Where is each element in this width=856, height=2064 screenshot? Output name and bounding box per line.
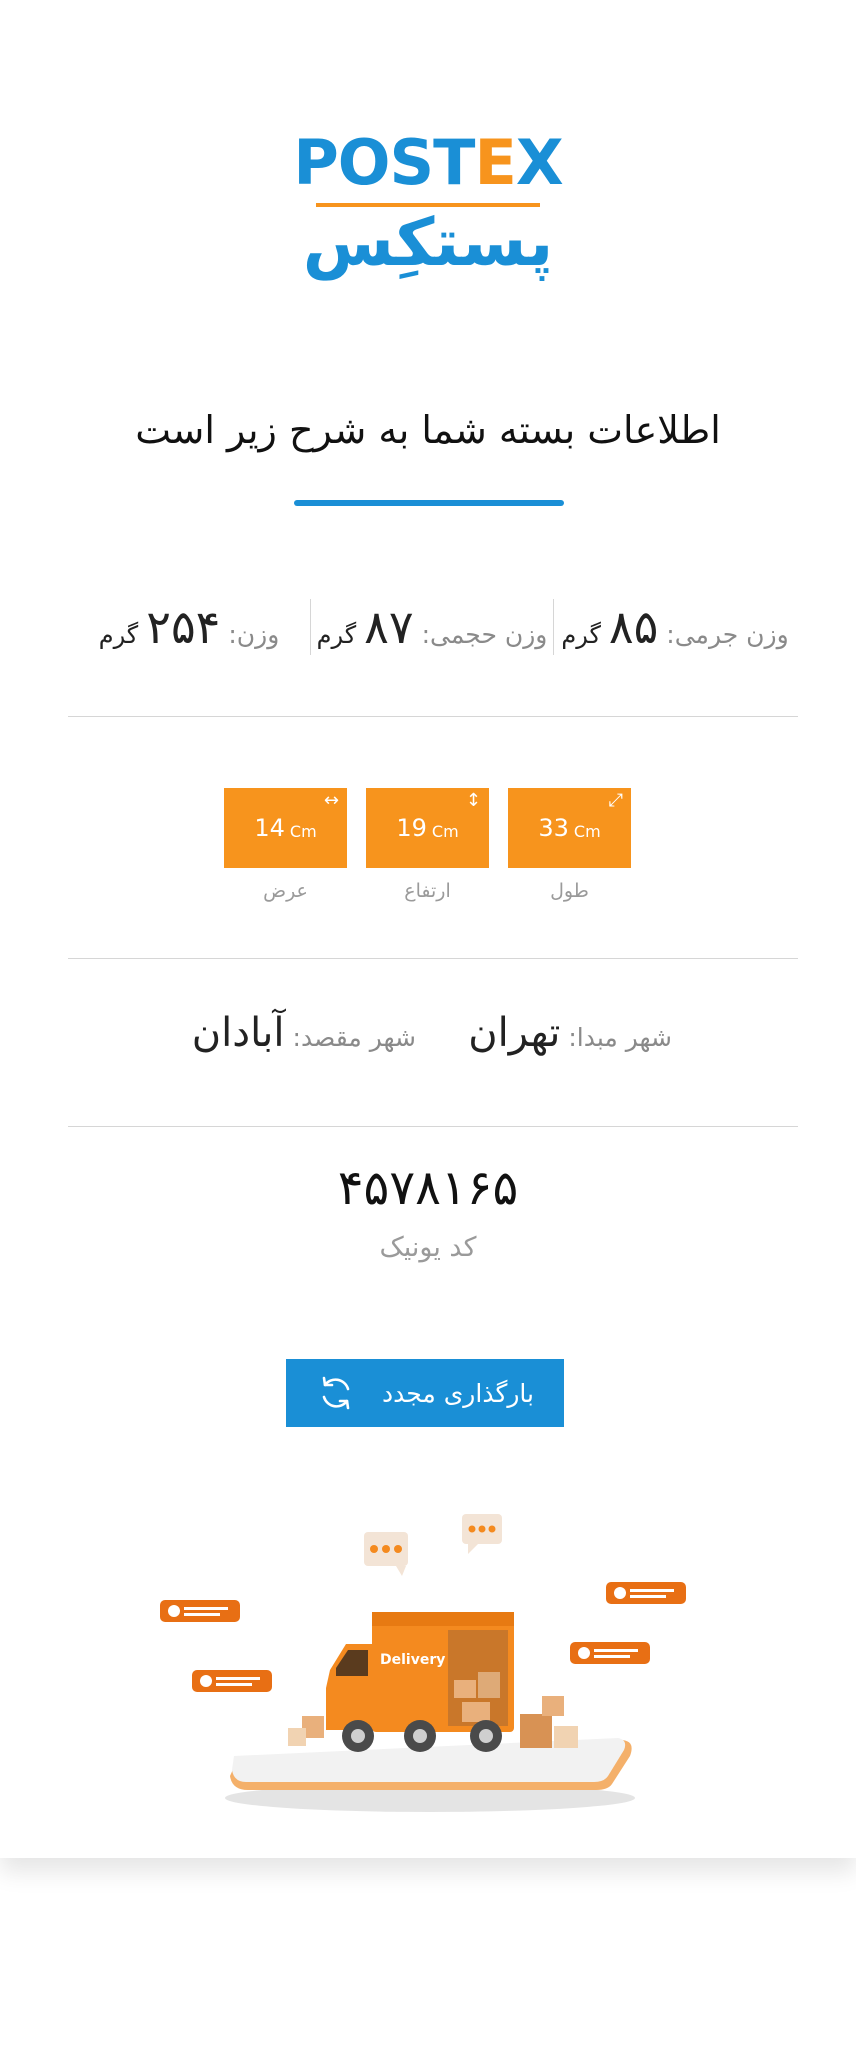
dimension-width-box: ↔ 14 Cm: [224, 788, 347, 868]
truck-delivery-text: Delivery: [380, 1652, 445, 1668]
divider: [553, 599, 554, 655]
delivery-truck-illustration: Delivery: [160, 1514, 686, 1812]
title-underline: [294, 500, 564, 506]
origin-city: شهر مبدا: تهران: [468, 1010, 672, 1056]
diagonal-resize-icon: ⤢: [608, 790, 623, 811]
weight-volumetric: وزن حجمی: ۸۷ گرم: [316, 600, 548, 654]
reload-button-label: بارگذاری مجدد: [382, 1378, 534, 1408]
dimension-height-label: ارتفاع: [404, 880, 451, 902]
horizontal-resize-icon: ↔: [323, 790, 339, 811]
refresh-icon: [316, 1373, 356, 1413]
page-title: اطلاعات بسته شما به شرح زیر است: [135, 408, 721, 452]
brand-logo-persian: پستکِس: [302, 204, 554, 281]
destination-city: شهر مقصد: آبادان: [191, 1010, 416, 1056]
divider: [310, 599, 311, 655]
vertical-resize-icon: ↕: [465, 790, 481, 811]
unique-code-value: ۴۵۷۸۱۶۵: [337, 1160, 519, 1216]
section-divider: [68, 716, 798, 717]
package-info-card: POSTEX پستکِس اطلاعات بسته شما به شرح زی…: [0, 0, 856, 1858]
dimension-width-label: عرض: [263, 880, 308, 902]
weight-actual: وزن جرمی: ۸۵ گرم: [561, 600, 789, 654]
dimension-length-box: ⤢ 33 Cm: [508, 788, 631, 868]
reload-button[interactable]: بارگذاری مجدد: [286, 1359, 564, 1427]
dimension-height-box: ↕ 19 Cm: [366, 788, 489, 868]
dimension-length-label: طول: [550, 880, 589, 902]
brand-logo-latin: POSTEX: [293, 126, 563, 199]
section-divider: [68, 958, 798, 959]
weights-row: وزن جرمی: ۸۵ گرم وزن حجمی: ۸۷ گرم وزن: ۲…: [68, 596, 796, 658]
section-divider: [68, 1126, 798, 1127]
weight-total: وزن: ۲۵۴ گرم: [98, 600, 280, 654]
unique-code-label: کد یونیک: [379, 1232, 477, 1263]
